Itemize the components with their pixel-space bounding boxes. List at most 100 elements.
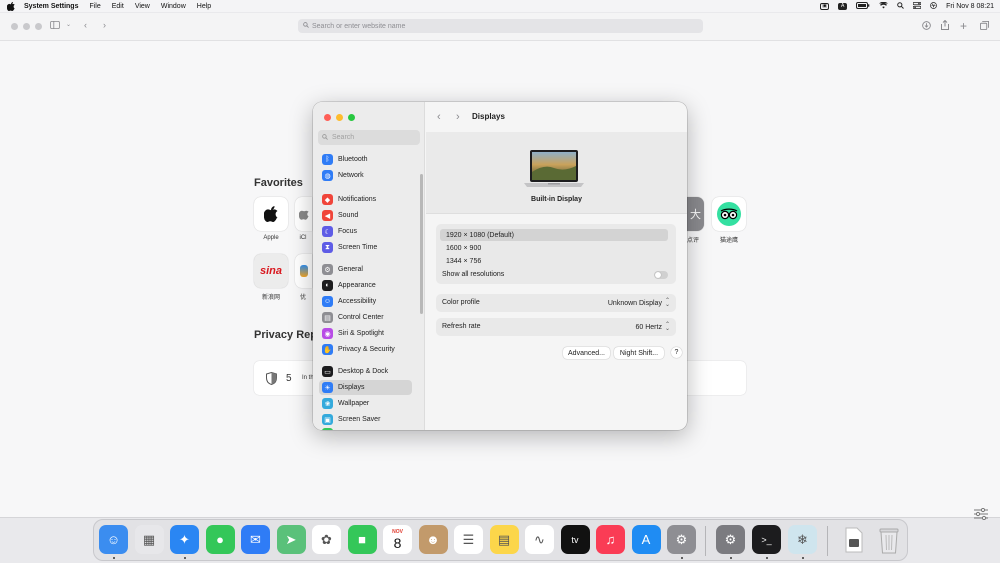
- reminders-icon[interactable]: ☰: [454, 525, 483, 554]
- customize-start-page-icon[interactable]: [974, 507, 988, 521]
- sidebar-item-general[interactable]: ⚙ General: [319, 262, 412, 277]
- maps-icon[interactable]: ➤: [276, 525, 306, 554]
- sidebar-item-label: General: [338, 266, 363, 273]
- favorite-youku-tile[interactable]: [295, 254, 312, 288]
- menu-file[interactable]: File: [89, 3, 100, 10]
- photos-icon[interactable]: ✿: [312, 525, 341, 554]
- sidebar-toggle-icon[interactable]: [50, 21, 60, 29]
- app-store-icon[interactable]: A: [631, 525, 661, 554]
- laptop-display-icon[interactable]: [524, 150, 584, 190]
- close-button[interactable]: [11, 23, 18, 30]
- finder-icon[interactable]: ☺: [99, 525, 128, 554]
- menu-help[interactable]: Help: [197, 3, 211, 10]
- back-chevron-icon[interactable]: ‹: [437, 111, 441, 123]
- back-chevron-icon[interactable]: ‹: [84, 20, 87, 30]
- favorite-apple-tile[interactable]: [254, 197, 288, 231]
- refresh-rate-popup[interactable]: 60 Hertz ⌃ ⌄: [636, 322, 671, 332]
- safari-icon[interactable]: ✦: [170, 525, 199, 554]
- notes-icon[interactable]: ▤: [489, 525, 519, 554]
- wifi-icon[interactable]: [879, 1, 889, 11]
- resolution-option[interactable]: 1600 × 900: [440, 242, 668, 254]
- downloads-icon[interactable]: [839, 525, 868, 554]
- address-bar[interactable]: Search or enter website name: [298, 19, 703, 33]
- calendar-icon[interactable]: NOV 8: [383, 525, 412, 554]
- sidebar-item-accessibility[interactable]: ☺ Accessibility: [319, 294, 412, 309]
- color-profile-popup[interactable]: Unknown Display ⌃ ⌄: [608, 298, 670, 308]
- menu-edit[interactable]: Edit: [112, 3, 124, 10]
- night-shift-button[interactable]: Night Shift...: [614, 347, 664, 359]
- minimize-button[interactable]: [336, 114, 343, 121]
- control-center-icon[interactable]: [912, 1, 922, 11]
- freeform-icon[interactable]: ∿: [525, 525, 554, 554]
- advanced-button[interactable]: Advanced...: [563, 347, 610, 359]
- hand-icon: ✋: [322, 344, 333, 355]
- screen-mirror-icon[interactable]: ▣: [820, 2, 830, 10]
- siri-icon[interactable]: [930, 1, 938, 11]
- show-all-resolutions-toggle[interactable]: [654, 271, 668, 279]
- settings-icon[interactable]: ⚙: [716, 525, 745, 554]
- new-tab-icon[interactable]: +: [960, 19, 967, 33]
- sidebar-item-notifications[interactable]: ◆ Notifications: [319, 192, 412, 207]
- menu-app-name[interactable]: System Settings: [24, 3, 78, 10]
- sidebar-item-network[interactable]: ◍ Network: [319, 168, 412, 183]
- terminal-icon[interactable]: >_: [752, 525, 781, 554]
- tab-overview-icon[interactable]: [980, 21, 989, 30]
- music-icon[interactable]: ♫: [596, 525, 625, 554]
- sidebar-item-privacy-security[interactable]: ✋ Privacy & Security: [319, 342, 412, 357]
- sidebar-item-battery[interactable]: ▬Battery: [319, 426, 412, 430]
- refresh-rate-label: Refresh rate: [442, 323, 481, 330]
- favorite-icloud-tile[interactable]: [295, 197, 312, 231]
- facetime-icon[interactable]: ■: [347, 525, 377, 554]
- close-button[interactable]: [324, 114, 331, 121]
- menu-clock[interactable]: Fri Nov 8 08:21: [946, 3, 994, 10]
- forward-chevron-icon[interactable]: ›: [103, 20, 106, 30]
- help-button[interactable]: ?: [671, 347, 682, 358]
- dianping-logo-icon: 大: [690, 209, 701, 221]
- sidebar-item-siri-spotlight[interactable]: ◉ Siri & Spotlight: [319, 326, 412, 341]
- spotlight-icon[interactable]: [897, 1, 904, 11]
- sidebar-item-displays[interactable]: ☀ Displays: [319, 380, 412, 395]
- sidebar-item-bluetooth[interactable]: ᛒ Bluetooth: [319, 152, 412, 167]
- battery-icon: ▬: [322, 428, 333, 430]
- settings-icon[interactable]: ⚙: [667, 525, 696, 554]
- updown-chevron-icon: ⌃ ⌄: [664, 322, 670, 332]
- share-icon[interactable]: [941, 20, 949, 30]
- apple-menu-icon[interactable]: [6, 1, 16, 11]
- battery-icon[interactable]: [856, 1, 870, 11]
- sidebar-item-appearance[interactable]: ◐ Appearance: [319, 278, 412, 293]
- zoom-button[interactable]: [348, 114, 355, 121]
- favorite-tripadvisor-tile[interactable]: [712, 197, 746, 231]
- minimize-button[interactable]: [23, 23, 30, 30]
- launchpad-icon-glyph: ▦: [142, 531, 156, 547]
- tab-group-chevron-icon[interactable]: ⌄: [66, 21, 71, 28]
- launchpad-icon[interactable]: ▦: [134, 525, 164, 554]
- mail-icon[interactable]: ✉: [241, 525, 270, 554]
- sidebar-item-control-center[interactable]: ▤ Control Center: [319, 310, 412, 325]
- settings-search-field[interactable]: Search: [318, 130, 420, 145]
- trash-icon[interactable]: [874, 525, 903, 554]
- messages-icon[interactable]: ●: [205, 525, 235, 554]
- menu-view[interactable]: View: [135, 3, 150, 10]
- notes-icon-glyph: ▤: [497, 531, 511, 547]
- resolution-option[interactable]: 1344 × 756: [440, 255, 668, 267]
- sidebar-item-desktop-dock[interactable]: ▭ Desktop & Dock: [319, 364, 412, 379]
- downloads-icon[interactable]: [922, 21, 931, 30]
- menu-window[interactable]: Window: [161, 3, 186, 10]
- sidebar-item-screen-time[interactable]: ⧗ Screen Time: [319, 240, 412, 255]
- sidebar-item-screen-saver[interactable]: ▣ Screen Saver: [319, 412, 412, 427]
- apple-logo-icon: [264, 206, 278, 222]
- contacts-icon[interactable]: ☻: [418, 525, 448, 554]
- favorite-sina-tile[interactable]: sina: [254, 254, 288, 288]
- sidebar-item-wallpaper[interactable]: ❀ Wallpaper: [319, 396, 412, 411]
- preview-icon[interactable]: ❄: [788, 525, 817, 554]
- sidebar-scrollbar[interactable]: [420, 174, 423, 314]
- sidebar-item-sound[interactable]: ◀ Sound: [319, 208, 412, 223]
- tv-icon[interactable]: tv: [560, 525, 590, 554]
- forward-chevron-icon[interactable]: ›: [456, 111, 460, 123]
- favorite-dianping-tile[interactable]: 大: [687, 197, 704, 231]
- sidebar-item-label: Bluetooth: [338, 156, 368, 163]
- resolution-option[interactable]: 1920 × 1080 (Default): [440, 229, 668, 241]
- input-source-indicator[interactable]: A: [838, 2, 848, 10]
- zoom-button[interactable]: [35, 23, 42, 30]
- sidebar-item-focus[interactable]: ☾ Focus: [319, 224, 412, 239]
